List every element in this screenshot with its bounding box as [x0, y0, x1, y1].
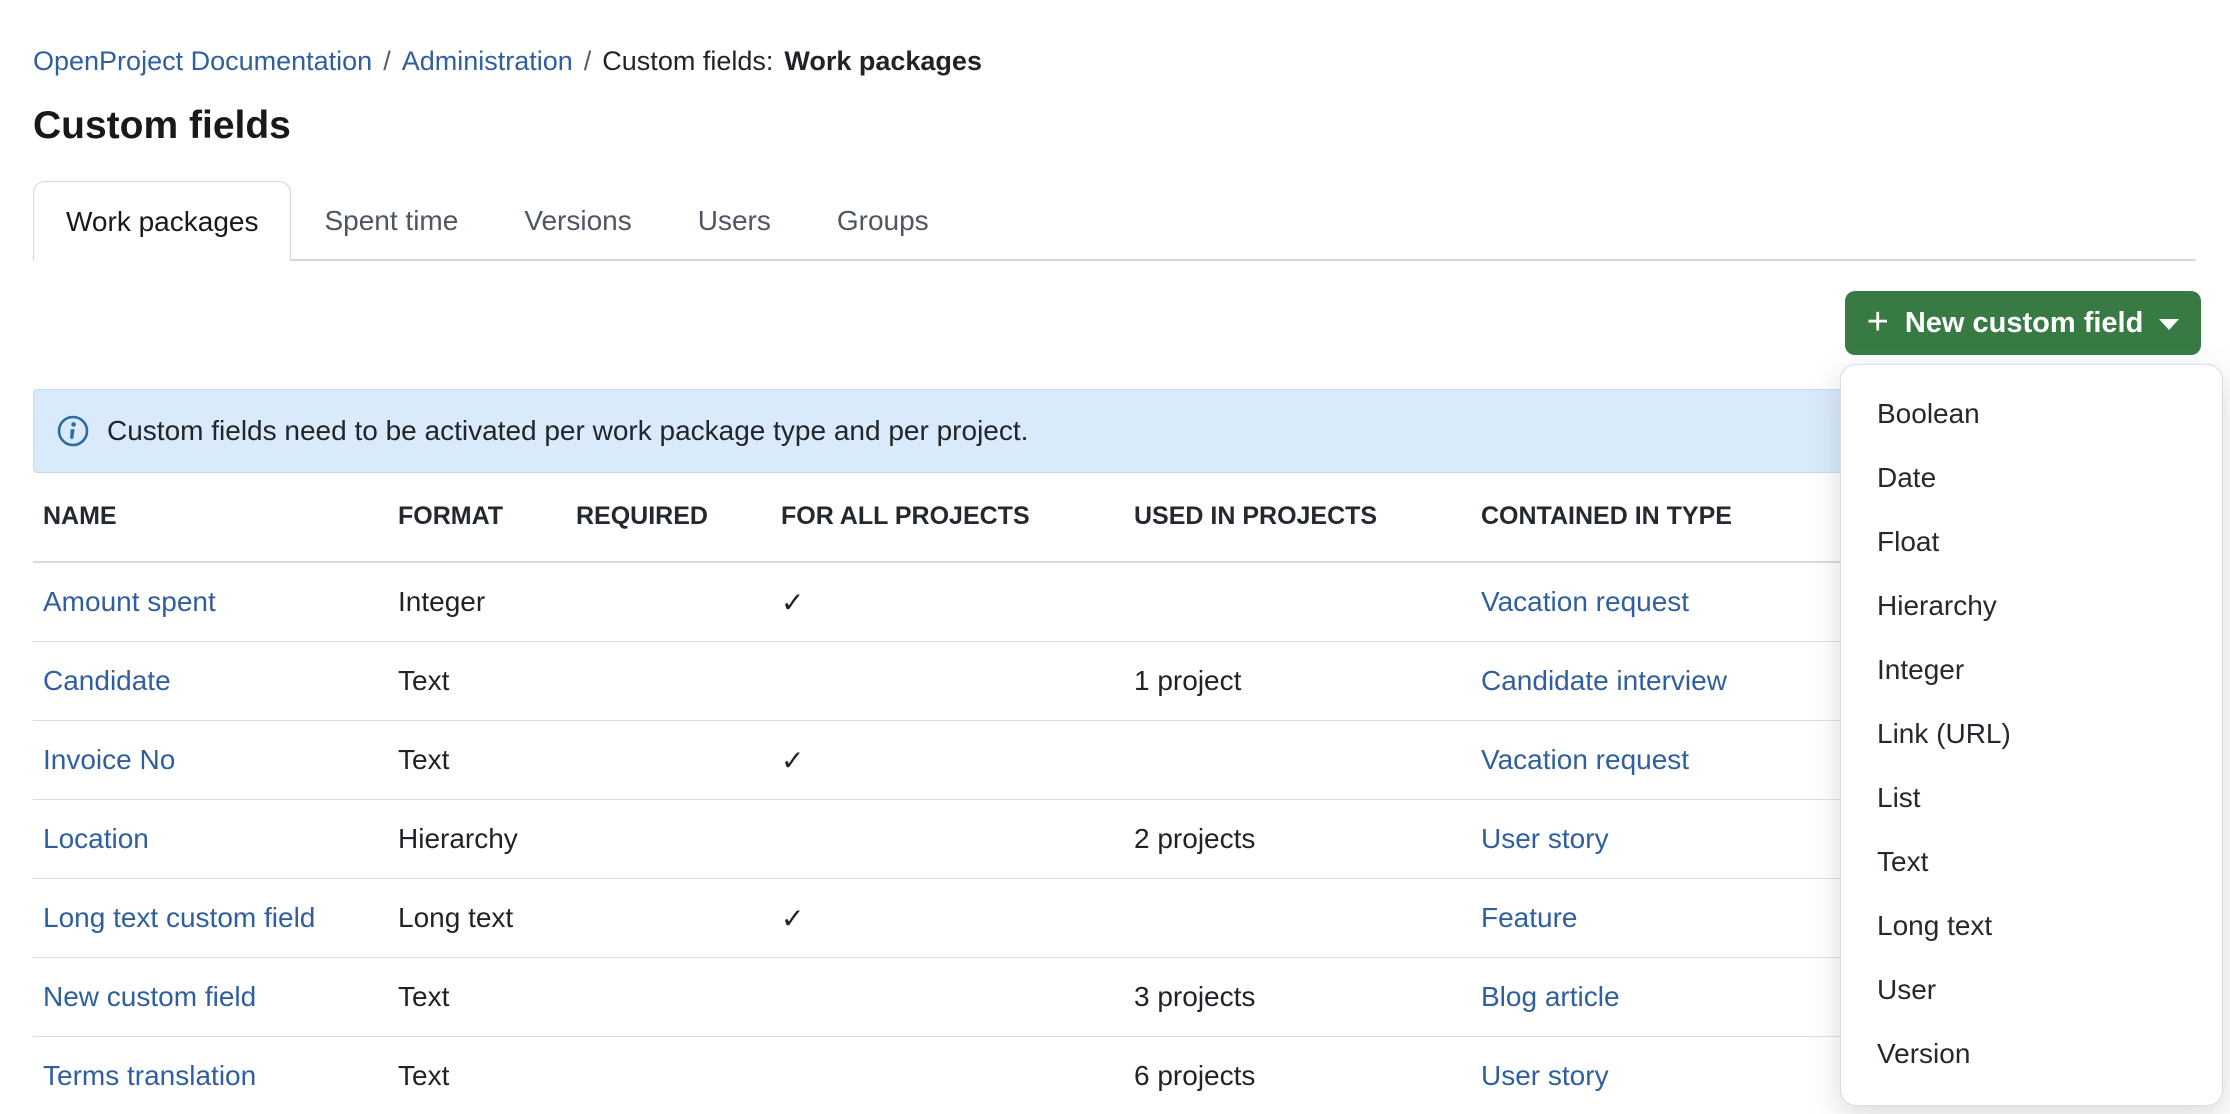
tab-bar: Work packages Spent time Versions Users … [33, 181, 2196, 261]
required-cell [566, 642, 771, 721]
custom-field-name-link[interactable]: Amount spent [43, 586, 216, 617]
column-header-name: NAME [33, 472, 388, 562]
format-cell: Text [388, 1037, 566, 1114]
required-cell [566, 879, 771, 958]
custom-field-name-link[interactable]: New custom field [43, 981, 256, 1012]
column-header-used-in-projects: USED IN PROJECTS [1124, 472, 1471, 562]
format-cell: Integer [388, 562, 566, 642]
breadcrumb-current-page: Work packages [784, 44, 982, 78]
contained-in-type-link[interactable]: Blog article [1481, 981, 1620, 1012]
custom-field-name-link[interactable]: Location [43, 823, 149, 854]
new-custom-field-dropdown: Boolean Date Float Hierarchy Integer Lin… [1840, 364, 2223, 1106]
contained-in-type-link[interactable]: Feature [1481, 902, 1578, 933]
contained-in-type-link[interactable]: Vacation request [1481, 744, 1689, 775]
for-all-projects-cell: ✓ [771, 721, 1124, 800]
format-cell: Hierarchy [388, 800, 566, 879]
menu-item-hierarchy[interactable]: Hierarchy [1841, 574, 2222, 638]
tab-versions[interactable]: Versions [491, 181, 664, 261]
menu-item-link-url[interactable]: Link (URL) [1841, 702, 2222, 766]
info-banner-text: Custom fields need to be activated per w… [107, 415, 1028, 447]
breadcrumb-link-openproject-documentation[interactable]: OpenProject Documentation [33, 44, 372, 78]
tab-work-packages[interactable]: Work packages [33, 181, 291, 261]
required-cell [566, 1037, 771, 1114]
required-cell [566, 800, 771, 879]
contained-in-type-link[interactable]: User story [1481, 823, 1609, 854]
menu-item-text[interactable]: Text [1841, 830, 2222, 894]
menu-item-integer[interactable]: Integer [1841, 638, 2222, 702]
used-in-projects-cell [1124, 562, 1471, 642]
menu-item-boolean[interactable]: Boolean [1841, 382, 2222, 446]
custom-field-name-link[interactable]: Terms translation [43, 1060, 256, 1091]
page-title: Custom fields [33, 104, 291, 148]
chevron-down-icon [2159, 319, 2179, 330]
tab-groups[interactable]: Groups [804, 181, 962, 261]
used-in-projects-cell: 1 project [1124, 642, 1471, 721]
breadcrumb: OpenProject Documentation / Administrati… [33, 44, 982, 78]
required-cell [566, 721, 771, 800]
contained-in-type-link[interactable]: Candidate interview [1481, 665, 1727, 696]
menu-item-list[interactable]: List [1841, 766, 2222, 830]
breadcrumb-separator: / [383, 44, 391, 78]
column-header-for-all-projects: FOR ALL PROJECTS [771, 472, 1124, 562]
new-custom-field-button[interactable]: + New custom field [1845, 291, 2201, 355]
format-cell: Text [388, 642, 566, 721]
menu-item-date[interactable]: Date [1841, 446, 2222, 510]
for-all-projects-cell: ✓ [771, 879, 1124, 958]
custom-field-name-link[interactable]: Candidate [43, 665, 171, 696]
tab-users[interactable]: Users [665, 181, 804, 261]
format-cell: Long text [388, 879, 566, 958]
for-all-projects-cell: ✓ [771, 562, 1124, 642]
used-in-projects-cell [1124, 879, 1471, 958]
menu-item-version[interactable]: Version [1841, 1022, 2222, 1086]
used-in-projects-cell: 6 projects [1124, 1037, 1471, 1114]
breadcrumb-link-administration[interactable]: Administration [402, 44, 573, 78]
info-icon [56, 414, 90, 448]
menu-item-user[interactable]: User [1841, 958, 2222, 1022]
new-custom-field-button-label: New custom field [1905, 307, 2144, 340]
required-cell [566, 562, 771, 642]
column-header-format: FORMAT [388, 472, 566, 562]
contained-in-type-link[interactable]: Vacation request [1481, 586, 1689, 617]
for-all-projects-cell [771, 1037, 1124, 1114]
for-all-projects-cell [771, 958, 1124, 1037]
required-cell [566, 958, 771, 1037]
breadcrumb-current: Custom fields: [602, 44, 773, 78]
format-cell: Text [388, 721, 566, 800]
custom-field-name-link[interactable]: Long text custom field [43, 902, 315, 933]
tab-spent-time[interactable]: Spent time [291, 181, 491, 261]
column-header-required: REQUIRED [566, 472, 771, 562]
breadcrumb-separator: / [584, 44, 592, 78]
menu-item-float[interactable]: Float [1841, 510, 2222, 574]
for-all-projects-cell [771, 642, 1124, 721]
format-cell: Text [388, 958, 566, 1037]
menu-item-long-text[interactable]: Long text [1841, 894, 2222, 958]
contained-in-type-link[interactable]: User story [1481, 1060, 1609, 1091]
used-in-projects-cell: 2 projects [1124, 800, 1471, 879]
used-in-projects-cell: 3 projects [1124, 958, 1471, 1037]
plus-icon: + [1867, 303, 1889, 341]
used-in-projects-cell [1124, 721, 1471, 800]
for-all-projects-cell [771, 800, 1124, 879]
custom-field-name-link[interactable]: Invoice No [43, 744, 175, 775]
